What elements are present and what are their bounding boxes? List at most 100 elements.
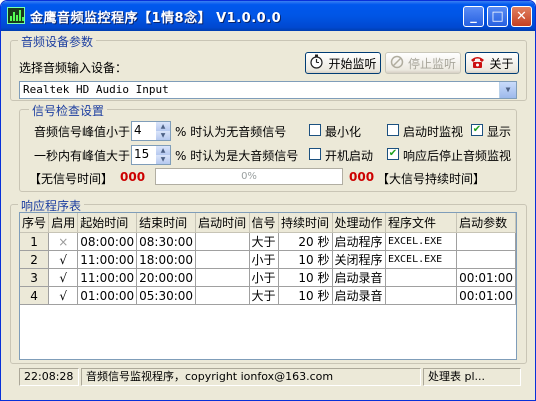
peak-low-spinner[interactable]: 4 ▲ ▼ <box>131 121 171 141</box>
program-file-cell[interactable]: EXCEL.EXE <box>385 232 458 251</box>
app-icon <box>7 7 25 24</box>
boot-start-checkbox[interactable] <box>309 148 321 160</box>
signal-cell[interactable]: 小于 <box>249 268 280 287</box>
enabled-cell[interactable]: × <box>48 232 79 251</box>
program-file-cell[interactable]: EXCEL.EXE <box>385 250 458 269</box>
spin-up-icon[interactable]: ▲ <box>156 122 170 131</box>
enabled-cell[interactable]: √ <box>48 268 79 287</box>
enabled-cell[interactable]: √ <box>48 286 79 305</box>
stop-listen-button[interactable]: 停止监听 <box>385 52 461 74</box>
peak-high-suffix: % 时认为是大音频信号 <box>175 149 299 163</box>
signal-progress-text: 0% <box>241 171 257 182</box>
about-button[interactable]: 关于 <box>465 52 519 74</box>
launch-time-cell[interactable] <box>195 268 250 287</box>
column-header[interactable]: 信号 <box>249 213 280 233</box>
column-header[interactable]: 程序文件 <box>385 213 458 233</box>
about-label: 关于 <box>489 56 514 71</box>
launch-param-cell[interactable] <box>456 232 516 251</box>
action-cell[interactable]: 关闭程序 <box>332 250 387 269</box>
start-time-cell[interactable]: 08:00:00 <box>77 232 138 251</box>
table-row[interactable]: 4 √ 01:00:00 05:30:00 大于 10 秒 启动录音 00:01… <box>20 286 516 305</box>
peak-low-suffix: % 时认为无音频信号 <box>175 125 287 139</box>
table-row[interactable]: 3 √ 11:00:00 20:00:00 小于 10 秒 启动录音 00:01… <box>20 268 516 287</box>
show-checkbox-label: 显示 <box>487 125 512 139</box>
status-time: 22:08:28 <box>19 368 79 386</box>
table-row[interactable]: 1 × 08:00:00 08:30:00 大于 20 秒 启动程序 EXCEL… <box>20 232 516 251</box>
launch-param-cell[interactable]: 00:01:00 <box>456 286 516 305</box>
duration-cell[interactable]: 10 秒 <box>278 286 333 305</box>
launch-param-cell[interactable] <box>456 250 516 269</box>
action-cell[interactable]: 启动程序 <box>332 232 387 251</box>
column-header[interactable]: 启动参数 <box>456 213 516 233</box>
duration-cell[interactable]: 10 秒 <box>278 268 333 287</box>
show-checkbox[interactable]: ✔ <box>471 124 483 136</box>
dropdown-arrow-icon[interactable]: ▼ <box>499 82 516 98</box>
title-bar[interactable]: 金鹰音频监控程序【1情8念】 V1.0.0.0 _ □ ✕ <box>1 1 535 31</box>
autostart-listen-checkbox[interactable] <box>387 124 399 136</box>
no-signal-counter: 000 <box>120 170 146 184</box>
status-message: 音频信号监视程序，copyright ionfox@163.com <box>81 368 421 386</box>
audio-device-combo[interactable]: Realtek HD Audio Input ▼ <box>19 81 517 99</box>
duration-cell[interactable]: 10 秒 <box>278 250 333 269</box>
audio-device-value: Realtek HD Audio Input <box>23 83 169 96</box>
peak-high-value: 15 <box>134 147 150 161</box>
program-file-cell[interactable] <box>385 286 458 305</box>
maximize-button[interactable]: □ <box>487 6 508 27</box>
program-file-cell[interactable] <box>385 268 458 287</box>
spin-down-icon[interactable]: ▼ <box>156 131 170 140</box>
no-signal-label: 【无信号时间】 <box>29 172 114 186</box>
peak-high-prefix: 一秒内有峰值大于 <box>34 149 131 163</box>
launch-time-cell[interactable] <box>195 250 250 269</box>
column-header[interactable]: 启用 <box>48 213 79 233</box>
row-number: 4 <box>20 286 50 305</box>
signal-group-title: 信号检查设置 <box>29 102 108 119</box>
column-header[interactable]: 持续时间 <box>278 213 333 233</box>
column-header[interactable]: 序号 <box>20 213 50 233</box>
peak-high-spinner[interactable]: 15 ▲ ▼ <box>131 145 171 165</box>
minimize-button[interactable]: _ <box>463 6 484 27</box>
end-time-cell[interactable]: 05:30:00 <box>136 286 197 305</box>
action-cell[interactable]: 启动录音 <box>332 268 387 287</box>
duration-cell[interactable]: 20 秒 <box>278 232 333 251</box>
end-time-cell[interactable]: 18:00:00 <box>136 250 197 269</box>
column-header[interactable]: 处理动作 <box>332 213 387 233</box>
table-header: 序号 启用 起始时间 结束时间 启动时间 信号 持续时间 处理动作 程序文件 启… <box>20 213 516 233</box>
close-button[interactable]: ✕ <box>511 6 532 27</box>
column-header[interactable]: 启动时间 <box>195 213 250 233</box>
stop-after-response-checkbox[interactable]: ✔ <box>387 148 399 160</box>
response-table[interactable]: 序号 启用 起始时间 结束时间 启动时间 信号 持续时间 处理动作 程序文件 启… <box>19 212 517 360</box>
launch-param-cell[interactable]: 00:01:00 <box>456 268 516 287</box>
start-time-cell[interactable]: 11:00:00 <box>77 250 138 269</box>
main-window: 金鹰音频监控程序【1情8念】 V1.0.0.0 _ □ ✕ 音频设备参数 选择音… <box>0 0 536 401</box>
signal-cell[interactable]: 大于 <box>249 232 280 251</box>
launch-time-cell[interactable] <box>195 232 250 251</box>
signal-cell[interactable]: 大于 <box>249 286 280 305</box>
peak-low-value: 4 <box>134 123 142 137</box>
big-signal-counter: 000 <box>349 170 375 184</box>
enabled-cell[interactable]: √ <box>48 250 79 269</box>
start-listen-button[interactable]: 开始监听 <box>305 52 381 74</box>
column-header[interactable]: 起始时间 <box>77 213 138 233</box>
column-header[interactable]: 结束时间 <box>136 213 197 233</box>
status-bar: 22:08:28 音频信号监视程序，copyright ionfox@163.c… <box>1 364 535 400</box>
start-time-cell[interactable]: 01:00:00 <box>77 286 138 305</box>
signal-cell[interactable]: 小于 <box>249 250 280 269</box>
end-time-cell[interactable]: 08:30:00 <box>136 232 197 251</box>
row-number: 3 <box>20 268 50 287</box>
signal-progress-bar: 0% <box>155 168 343 185</box>
action-cell[interactable]: 启动录音 <box>332 286 387 305</box>
spin-down-icon[interactable]: ▼ <box>156 155 170 164</box>
stop-listen-label: 停止监听 <box>407 56 456 71</box>
minimize-checkbox[interactable] <box>309 124 321 136</box>
big-signal-label: 【大信号持续时间】 <box>377 172 486 186</box>
launch-time-cell[interactable] <box>195 286 250 305</box>
device-select-label: 选择音频输入设备： <box>19 61 128 75</box>
no-entry-icon <box>390 55 404 72</box>
table-row[interactable]: 2 √ 11:00:00 18:00:00 小于 10 秒 关闭程序 EXCEL… <box>20 250 516 269</box>
start-time-cell[interactable]: 11:00:00 <box>77 268 138 287</box>
row-number: 1 <box>20 232 50 251</box>
spin-up-icon[interactable]: ▲ <box>156 146 170 155</box>
end-time-cell[interactable]: 20:00:00 <box>136 268 197 287</box>
boot-start-label: 开机启动 <box>325 149 374 163</box>
window-title: 金鹰音频监控程序【1情8念】 V1.0.0.0 <box>30 11 282 26</box>
